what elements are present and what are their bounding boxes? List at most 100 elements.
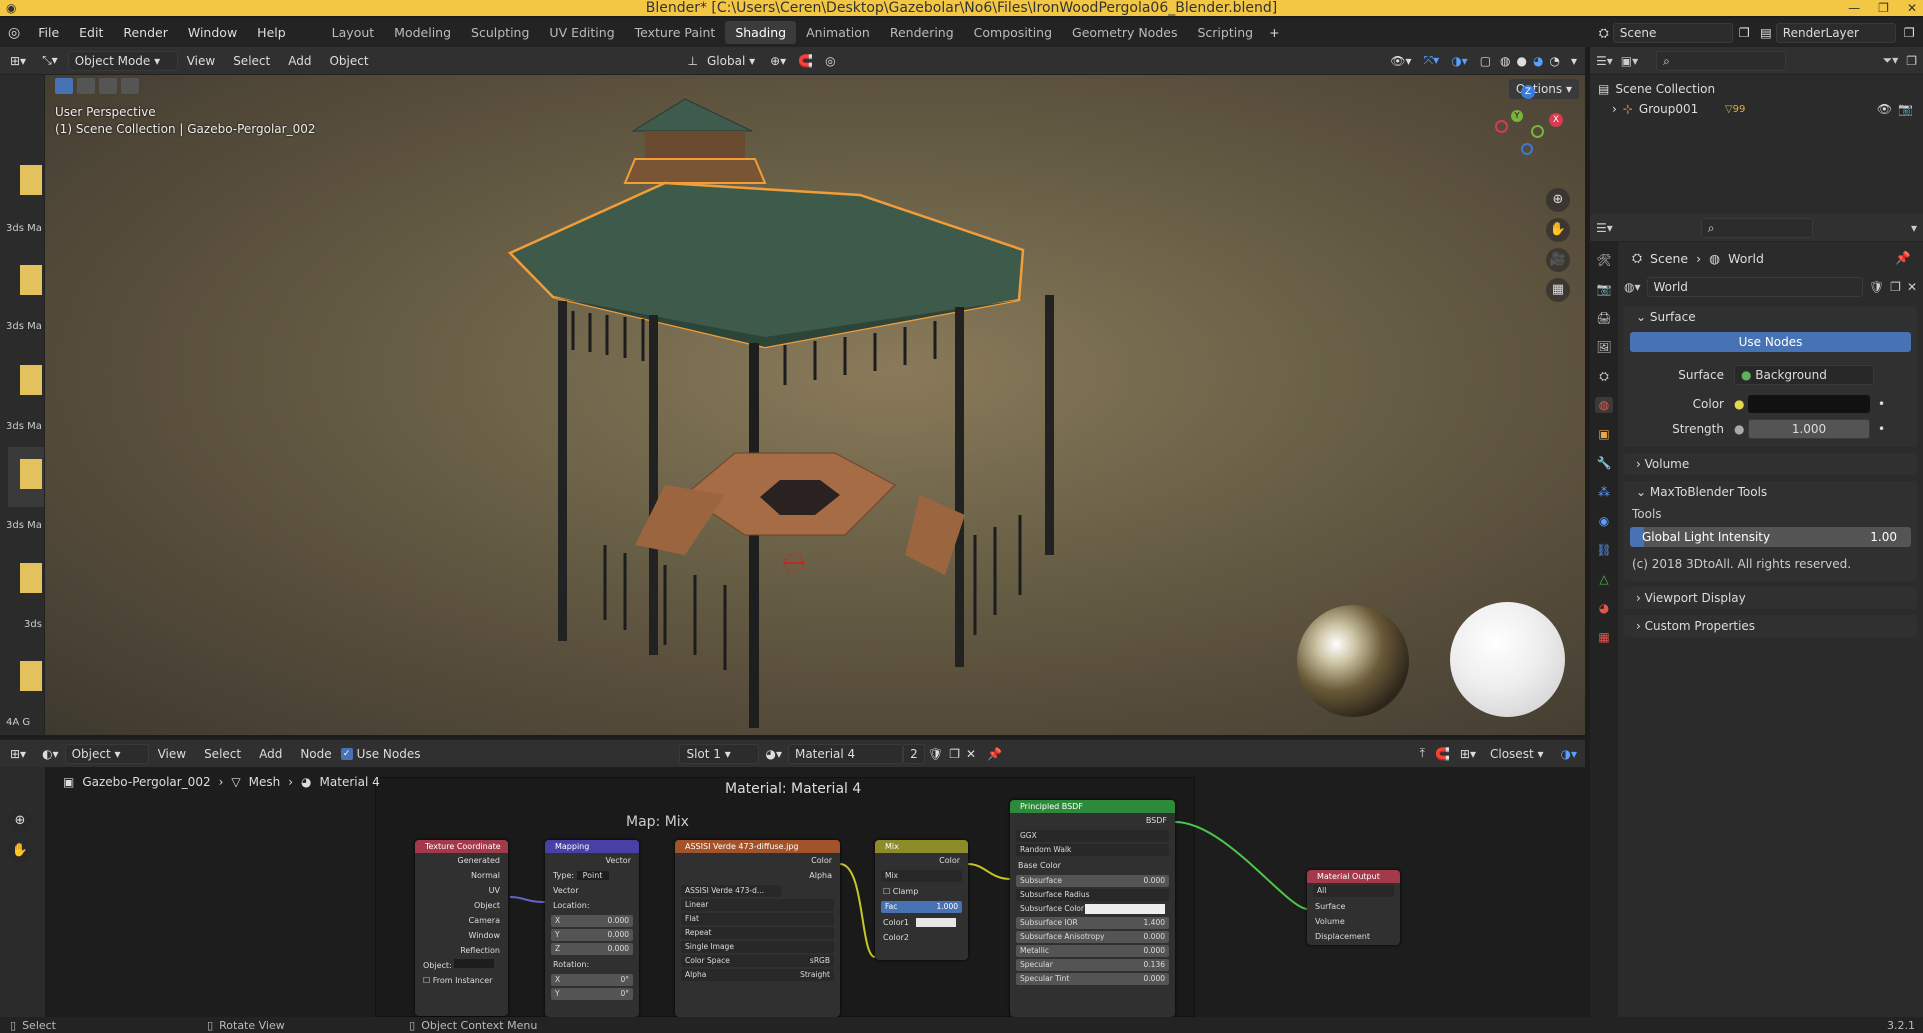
new-scene-icon[interactable]: ❐ (1733, 25, 1756, 40)
surface-shader-field[interactable]: ● Background (1734, 364, 1874, 385)
viewport-menu-select[interactable]: Select (224, 54, 279, 68)
material-users[interactable]: 2 (902, 743, 925, 764)
visibility-icon[interactable]: 👁▾ (1384, 54, 1417, 68)
tool-icon[interactable]: ⤡▾ (36, 53, 64, 68)
node-mapping[interactable]: Mapping Vector Type: Point Vector Locati… (545, 840, 639, 1017)
viewport-display-panel[interactable]: › Viewport Display (1624, 587, 1917, 609)
tab-uv-editing[interactable]: UV Editing (539, 21, 624, 44)
socket-normal[interactable]: Normal (415, 868, 508, 883)
alpha-mode-dropdown[interactable]: Alpha Straight (681, 969, 834, 981)
slot-dropdown[interactable]: Slot 1 ▾ (679, 743, 760, 764)
add-workspace-icon[interactable]: + (1263, 25, 1285, 40)
transform-orientation[interactable]: Global ▾ (698, 54, 764, 68)
image-name-field[interactable]: ASSISI Verde 473-d... (681, 885, 781, 897)
menu-file[interactable]: File (28, 25, 69, 40)
camera-view-icon[interactable]: 🎥 (1546, 248, 1570, 272)
minimize-icon[interactable]: — (1848, 0, 1860, 16)
thumb-5[interactable] (20, 563, 42, 593)
clamp-checkbox[interactable]: ☐ Clamp (875, 884, 968, 899)
snap-icon[interactable]: 🧲 (792, 54, 819, 68)
view-layer-tab-icon[interactable]: 🖼 (1595, 339, 1613, 355)
renderlayer-icon[interactable]: ▤ (1756, 25, 1776, 40)
scene-field[interactable]: Scene (1612, 22, 1733, 43)
thumb-6[interactable] (20, 661, 42, 691)
thumb-1[interactable] (20, 165, 42, 195)
viewport-menu-view[interactable]: View (178, 54, 224, 68)
texture-tab-icon[interactable]: ▦ (1595, 629, 1613, 645)
node-image-texture[interactable]: ASSISI Verde 473-diffuse.jpg Color Alpha… (675, 840, 840, 1017)
bsdf-metallic[interactable]: Metallic 0.000 (1016, 945, 1169, 957)
menu-edit[interactable]: Edit (69, 25, 113, 40)
socket-reflection[interactable]: Reflection (415, 943, 508, 958)
close-icon[interactable]: ✕ (1907, 0, 1917, 16)
extension-dropdown[interactable]: Repeat (681, 927, 834, 939)
bsdf-out[interactable]: BSDF (1010, 813, 1175, 828)
output-surface-in[interactable]: Surface (1307, 899, 1400, 914)
bsdf-base-color[interactable]: Base Color (1010, 858, 1175, 873)
use-nodes-checkbox[interactable]: ✓ (340, 747, 353, 760)
material-fake-user-icon[interactable]: 🛡 (925, 747, 946, 761)
outliner-scene-collection[interactable]: ▤ Scene Collection (1590, 79, 1923, 99)
outliner-display-icon[interactable]: ▣▾ (1621, 54, 1638, 68)
node-menu-select[interactable]: Select (195, 747, 250, 761)
node-snap-icon[interactable]: 🧲 (1430, 747, 1455, 761)
outliner-item-group001[interactable]: › ⊹ Group001 ▽99 👁 📷 (1590, 99, 1923, 119)
source-dropdown[interactable]: Single Image (681, 941, 834, 953)
shader-object-dropdown[interactable]: Object ▾ (64, 743, 149, 764)
object-field[interactable]: Object: (415, 958, 508, 973)
gizmo-toggle-icon[interactable]: ⤧▾ (1418, 53, 1446, 68)
node-editor-canvas[interactable]: ▣ Gazebo-Pergolar_002 › ▽ Mesh › ◕ Materia… (45, 767, 1585, 1017)
node-menu-node[interactable]: Node (291, 747, 340, 761)
xray-icon[interactable]: ▢ (1474, 54, 1497, 68)
mapping-vector-in[interactable]: Vector (545, 883, 639, 898)
tab-texture-paint[interactable]: Texture Paint (625, 21, 726, 44)
proportional-icon[interactable]: ◎ (819, 54, 841, 68)
socket-generated[interactable]: Generated (415, 853, 508, 868)
node-zoom-icon[interactable]: ⊕ (8, 809, 32, 833)
neg-x-axis-icon[interactable] (1495, 120, 1508, 133)
color-swatch[interactable] (1748, 394, 1870, 413)
node-menu-view[interactable]: View (149, 747, 195, 761)
snap-element-icon[interactable]: ⊞▾ (1455, 747, 1481, 761)
zoom-icon[interactable]: ⊕ (1546, 188, 1570, 212)
tab-scripting[interactable]: Scripting (1187, 21, 1263, 44)
new-collection-icon[interactable]: ❐ (1906, 54, 1917, 68)
data-tab-icon[interactable]: △ (1595, 571, 1613, 587)
socket-window[interactable]: Window (415, 928, 508, 943)
material-pin-icon[interactable]: 📌 (979, 747, 1010, 761)
y-axis-icon[interactable]: Y (1511, 110, 1523, 122)
rot-y-field[interactable]: Y 0° (551, 988, 633, 1000)
mix-color2-in[interactable]: Color2 (875, 930, 968, 945)
tool-tab-icon[interactable]: 🛠 (1595, 252, 1613, 268)
particles-tab-icon[interactable]: ⁂ (1595, 484, 1613, 500)
surface-panel-header[interactable]: ⌄ Surface (1624, 306, 1917, 328)
render-camera-icon[interactable]: 📷 (1898, 102, 1923, 116)
properties-options-icon[interactable]: ▾ (1911, 221, 1917, 235)
pan-hand-icon[interactable]: ✋ (1546, 218, 1570, 242)
thumb-4[interactable] (8, 447, 44, 507)
node-mix[interactable]: Mix Color Mix ☐ Clamp Fac 1.000 Color1 Co… (875, 840, 968, 960)
modifier-tab-icon[interactable]: 🔧 (1595, 455, 1613, 471)
x-axis-icon[interactable]: X (1549, 113, 1563, 127)
bsdf-subsurface-radius[interactable]: Subsurface Radius (1016, 889, 1169, 901)
use-nodes-button[interactable]: Use Nodes (1630, 332, 1911, 352)
output-displacement-in[interactable]: Displacement (1307, 929, 1400, 944)
expand-arrow-icon[interactable]: › (1612, 102, 1617, 116)
properties-editor-icon[interactable]: ☰▾ (1596, 221, 1613, 235)
global-light-intensity-slider[interactable]: Global Light Intensity 1.00 (1630, 527, 1911, 547)
image-color-out[interactable]: Color (675, 853, 840, 868)
node-principled-bsdf[interactable]: Principled BSDF BSDF GGX Random Walk Bas… (1010, 800, 1175, 1017)
unlink-world-icon[interactable]: ✕ (1907, 280, 1917, 294)
tab-animation[interactable]: Animation (796, 21, 880, 44)
loc-x-field[interactable]: X 0.000 (551, 915, 633, 927)
thumb-3[interactable] (20, 365, 42, 395)
properties-search[interactable]: ⌕ (1700, 217, 1813, 238)
shading-rendered-icon[interactable]: ◔ (1546, 54, 1562, 68)
parent-node-icon[interactable]: ⤒ (1415, 746, 1430, 761)
rot-x-field[interactable]: X 0° (551, 974, 633, 986)
loc-y-field[interactable]: Y 0.000 (551, 929, 633, 941)
menu-window[interactable]: Window (178, 25, 247, 40)
socket-camera[interactable]: Camera (415, 913, 508, 928)
duplicate-world-icon[interactable]: ❐ (1890, 280, 1901, 294)
renderlayer-field[interactable]: RenderLayer (1775, 22, 1896, 43)
